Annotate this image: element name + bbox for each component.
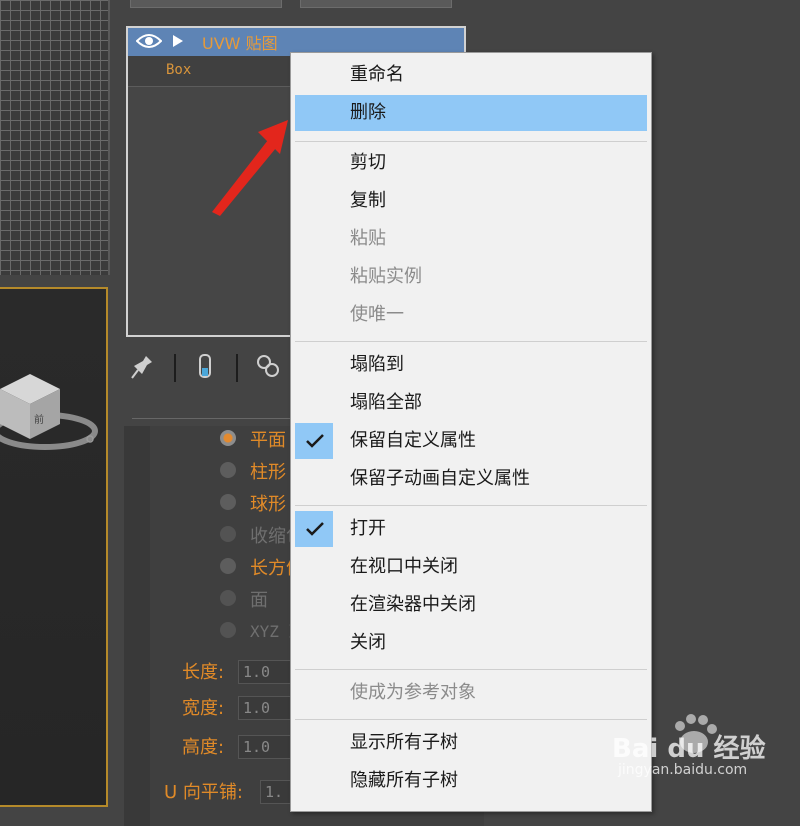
menu-separator <box>295 669 647 670</box>
menu-item-delete[interactable]: 删除 <box>295 95 647 131</box>
menu-separator <box>295 341 647 342</box>
menu-item-on[interactable]: 打开 <box>295 511 647 547</box>
menu-item-paste-instanced: 粘贴实例 <box>350 266 422 287</box>
perspective-viewport[interactable]: 前 <box>0 287 108 807</box>
red-annotation-arrow <box>212 120 288 216</box>
eye-icon[interactable] <box>136 32 162 50</box>
baidu-url-text: jingyan.baidu.com <box>618 762 748 778</box>
menu-item-hold-custom-attributes[interactable]: 保留自定义属性 <box>295 423 647 459</box>
menu-item-copy[interactable]: 复制 <box>295 183 647 219</box>
toolbar-divider <box>236 354 238 382</box>
base-object-name: Box <box>166 62 192 78</box>
menu-item-off-in-viewport[interactable]: 在视口中关闭 <box>295 549 647 585</box>
toolbar-divider <box>174 354 176 382</box>
menu-item-show-all-subtrees[interactable]: 显示所有子树 <box>295 725 647 761</box>
menu-separator <box>295 141 647 142</box>
radio-button[interactable] <box>220 590 236 606</box>
context-menu: 重命名 删除 剪切 复制 粘贴 粘贴实例 使唯一 塌陷到 塌陷全部 保留自定义属… <box>290 52 652 812</box>
top-tab-left[interactable] <box>130 0 282 8</box>
menu-item-collapse-to[interactable]: 塌陷到 <box>295 347 647 383</box>
rollout-gutter <box>124 426 150 826</box>
menu-separator <box>295 505 647 506</box>
menu-item-rename[interactable]: 重命名 <box>295 57 647 93</box>
menu-item-make-unique: 使唯一 <box>350 304 404 325</box>
radio-button[interactable] <box>220 526 236 542</box>
u-tile-label: U 向平铺: <box>164 782 243 803</box>
menu-item-hold-subanim-attributes[interactable]: 保留子动画自定义属性 <box>295 461 647 497</box>
menu-item-off-in-renderer[interactable]: 在渲染器中关闭 <box>295 587 647 623</box>
radio-button[interactable] <box>220 558 236 574</box>
menu-item-collapse-all[interactable]: 塌陷全部 <box>295 385 647 421</box>
menu-item-cut[interactable]: 剪切 <box>295 145 647 181</box>
radio-button[interactable] <box>220 462 236 478</box>
svg-text:前: 前 <box>34 413 44 426</box>
menu-item-hide-all-subtrees[interactable]: 隐藏所有子树 <box>295 763 647 799</box>
radio-button[interactable] <box>220 622 236 638</box>
box-object-gizmo[interactable]: 前 <box>0 349 100 459</box>
menu-item-paste: 粘贴 <box>350 228 386 249</box>
radio-button[interactable] <box>220 430 236 446</box>
top-tab-right[interactable] <box>300 0 452 8</box>
menu-item-off[interactable]: 关闭 <box>295 625 647 661</box>
width-label: 宽度: <box>182 698 225 719</box>
top-viewport-grid[interactable] <box>0 0 110 275</box>
pin-icon[interactable] <box>130 352 156 382</box>
menu-separator <box>295 719 647 720</box>
baidu-brand-text: Bai du 经验 <box>612 734 766 764</box>
modifier-set-icon[interactable] <box>254 352 284 382</box>
radio-button[interactable] <box>220 494 236 510</box>
test-tube-icon[interactable] <box>194 352 216 382</box>
length-label: 长度: <box>182 662 225 683</box>
menu-item-make-reference: 使成为参考对象 <box>350 682 476 703</box>
height-label: 高度: <box>182 737 225 758</box>
modifier-name: UVW 贴图 <box>202 34 278 53</box>
play-arrow-icon[interactable] <box>172 34 184 48</box>
